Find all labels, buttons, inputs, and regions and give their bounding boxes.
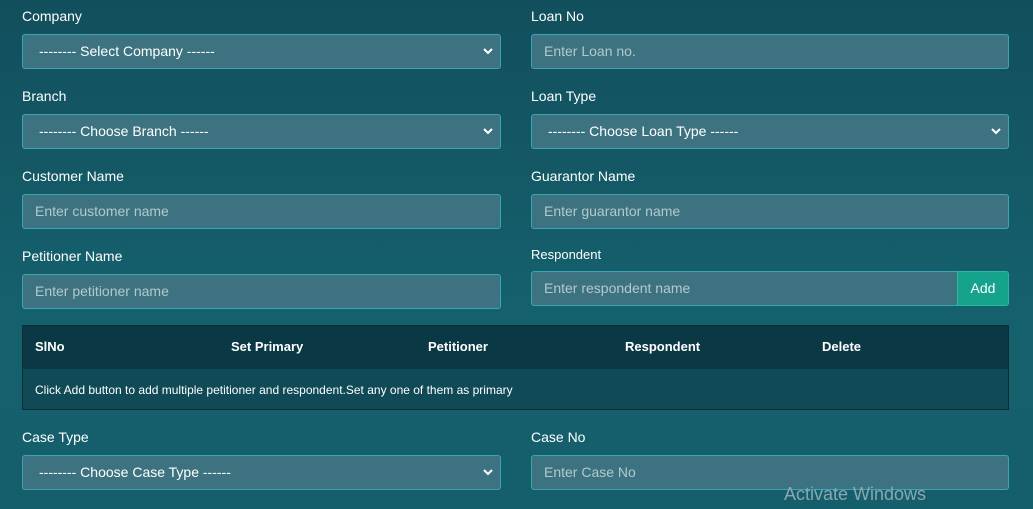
respondent-label: Respondent — [531, 247, 602, 262]
loan-type-label: Loan Type — [531, 88, 597, 104]
column-header-petitioner: Petitioner — [428, 339, 488, 354]
case-no-placeholder: Enter Case No — [544, 464, 636, 480]
case-no-input[interactable]: Enter Case No — [531, 455, 1009, 490]
column-header-slno: SlNo — [35, 339, 65, 354]
loan-no-placeholder: Enter Loan no. — [544, 43, 636, 59]
loan-no-label: Loan No — [531, 8, 584, 24]
respondent-input[interactable]: Enter respondent name — [531, 271, 958, 306]
chevron-down-icon — [483, 469, 493, 476]
case-type-select[interactable]: -------- Choose Case Type ------ — [22, 455, 501, 490]
chevron-down-icon — [483, 128, 493, 135]
petitioner-respondent-table: SlNo Set Primary Petitioner Respondent D… — [22, 325, 1009, 410]
case-type-label: Case Type — [22, 429, 89, 445]
guarantor-name-placeholder: Enter guarantor name — [544, 203, 681, 219]
petitioner-name-label: Petitioner Name — [22, 248, 123, 264]
case-no-label: Case No — [531, 429, 586, 445]
activate-windows-watermark: Activate Windows — [784, 484, 927, 504]
company-label: Company — [22, 8, 82, 24]
guarantor-name-input[interactable]: Enter guarantor name — [531, 194, 1009, 229]
branch-select[interactable]: -------- Choose Branch ------ — [22, 114, 501, 149]
column-header-set-primary: Set Primary — [231, 339, 304, 354]
customer-name-placeholder: Enter customer name — [35, 203, 169, 219]
loan-type-select-value: -------- Choose Loan Type ------ — [548, 123, 739, 139]
petitioner-name-placeholder: Enter petitioner name — [35, 283, 169, 299]
company-select-value: -------- Select Company ------ — [39, 43, 215, 59]
customer-name-input[interactable]: Enter customer name — [22, 194, 501, 229]
add-respondent-button[interactable]: Add — [957, 271, 1009, 306]
chevron-down-icon — [483, 48, 493, 55]
branch-label: Branch — [22, 88, 67, 104]
company-select[interactable]: -------- Select Company ------ — [22, 34, 501, 69]
respondent-placeholder: Enter respondent name — [544, 280, 691, 296]
loan-type-select[interactable]: -------- Choose Loan Type ------ — [531, 114, 1009, 149]
column-header-delete: Delete — [822, 339, 862, 354]
table-empty-message: Click Add button to add multiple petitio… — [35, 383, 513, 397]
chevron-down-icon — [991, 128, 1001, 135]
petitioner-name-input[interactable]: Enter petitioner name — [22, 274, 501, 309]
table-header: SlNo Set Primary Petitioner Respondent D… — [23, 326, 1008, 369]
loan-no-input[interactable]: Enter Loan no. — [531, 34, 1009, 69]
case-type-select-value: -------- Choose Case Type ------ — [39, 464, 231, 480]
column-header-respondent: Respondent — [625, 339, 701, 354]
guarantor-name-label: Guarantor Name — [531, 168, 636, 184]
branch-select-value: -------- Choose Branch ------ — [39, 123, 209, 139]
customer-name-label: Customer Name — [22, 168, 124, 184]
